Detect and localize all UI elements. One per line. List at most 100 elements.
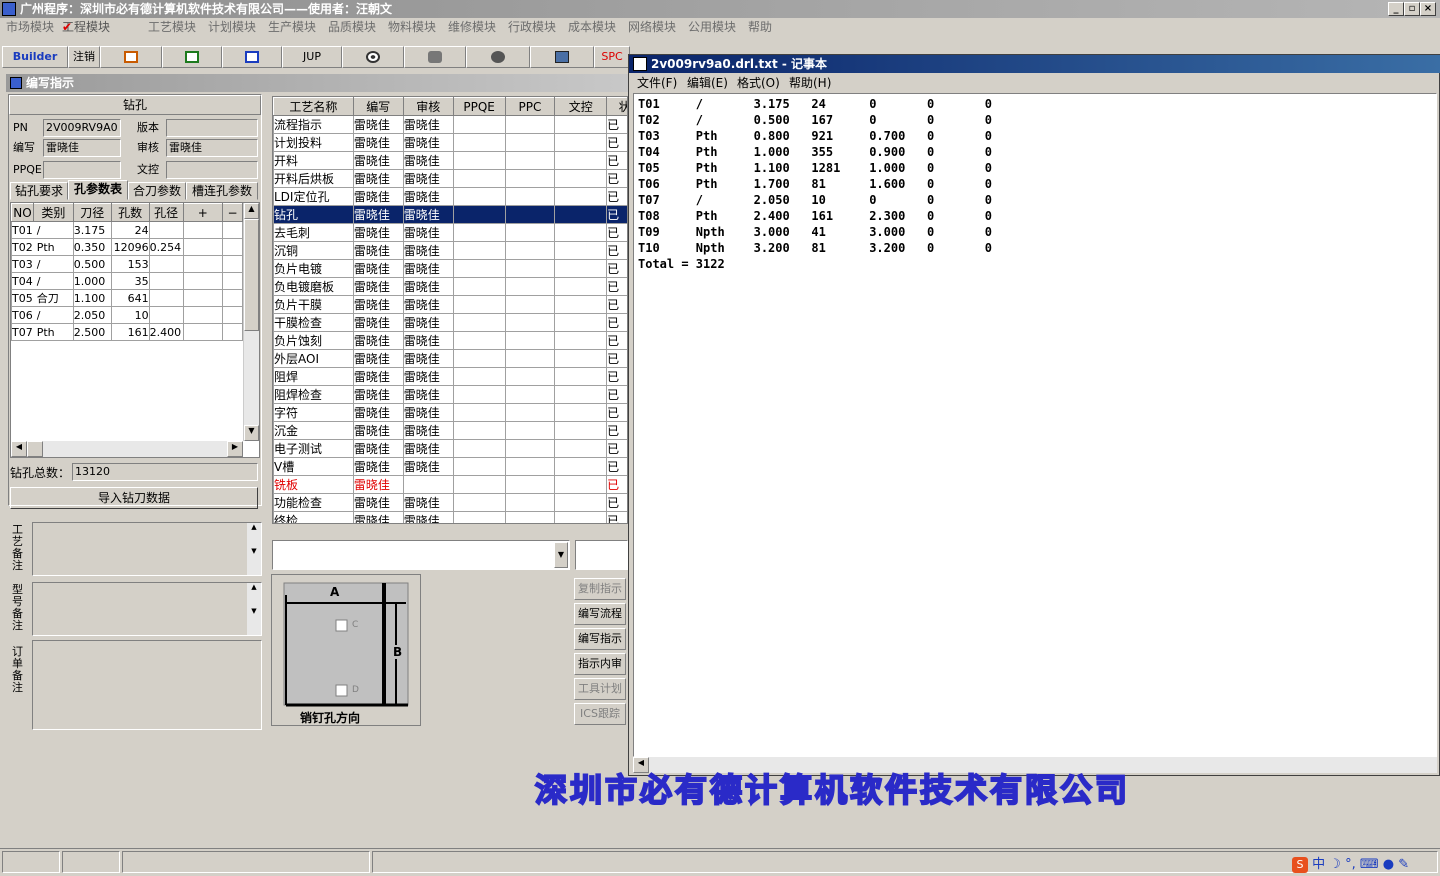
process-doc-control[interactable] [554, 367, 608, 386]
hole-dia[interactable] [148, 221, 184, 239]
process-name[interactable]: 流程指示 [273, 115, 354, 134]
hole-no-type[interactable]: T04/ [11, 272, 74, 290]
process-ppqe[interactable] [452, 349, 506, 368]
process-writer[interactable]: 雷晓佳 [352, 295, 404, 314]
action-button-1[interactable]: 编写流程 [574, 603, 626, 625]
process-ppc[interactable] [504, 133, 556, 152]
col-status[interactable]: 状 [606, 97, 627, 116]
process-doc-control[interactable] [554, 259, 608, 278]
process-reviewer[interactable]: 雷晓佳 [402, 511, 454, 523]
process-status[interactable]: 已 [606, 151, 627, 170]
process-reviewer[interactable]: 雷晓佳 [402, 493, 454, 512]
process-ppqe[interactable] [452, 151, 506, 170]
process-row[interactable]: 功能检查 雷晓佳 雷晓佳已 [273, 493, 627, 512]
hole-tool-dia[interactable]: 2.050 [72, 306, 112, 324]
process-doc-control[interactable] [554, 511, 608, 523]
process-reviewer[interactable] [402, 475, 454, 494]
process-row[interactable]: 负片电镀 雷晓佳 雷晓佳已 [273, 259, 627, 278]
process-ppqe[interactable] [452, 493, 506, 512]
process-reviewer[interactable]: 雷晓佳 [402, 115, 454, 134]
logout-button[interactable]: 注销 [68, 46, 100, 68]
process-row[interactable]: 负电镀磨板 雷晓佳 雷晓佳已 [273, 277, 627, 296]
process-name[interactable]: 负电镀磨板 [273, 277, 354, 296]
hole-no-type[interactable]: T05 合刀 [11, 289, 74, 307]
process-status[interactable]: 已 [606, 403, 627, 422]
hole-plus-cell[interactable] [182, 323, 224, 341]
hole-row[interactable]: T03/0.500 153 [11, 255, 243, 273]
process-writer[interactable]: 雷晓佳 [352, 493, 404, 512]
process-ppqe[interactable] [452, 187, 506, 206]
process-name[interactable]: 负片干膜 [273, 295, 354, 314]
notepad-menu-help[interactable]: 帮助(H) [789, 73, 831, 93]
hole-row[interactable]: T05 合刀 1.100 641 [11, 289, 243, 307]
ime-toolbar[interactable]: S 中 ☽ °, ⌨ ● ✎ [1292, 853, 1436, 873]
process-reviewer[interactable]: 雷晓佳 [402, 187, 454, 206]
process-reviewer[interactable]: 雷晓佳 [402, 205, 454, 224]
process-name[interactable]: V槽 [273, 457, 354, 476]
hole-row[interactable]: T07 Pth 2.500 161 2.400 [11, 323, 243, 341]
hole-dia[interactable] [148, 306, 184, 324]
process-status[interactable]: 已 [606, 511, 627, 523]
process-doc-control[interactable] [554, 223, 608, 242]
hole-minus-cell[interactable] [222, 289, 243, 307]
notepad-menu-edit[interactable]: 编辑(E) [687, 73, 728, 93]
process-writer[interactable]: 雷晓佳 [352, 367, 404, 386]
ime-chinese-icon[interactable]: 中 [1312, 857, 1325, 872]
process-reviewer[interactable]: 雷晓佳 [402, 421, 454, 440]
menu-item-10[interactable]: 网络模块 [628, 18, 676, 36]
minimize-button[interactable]: _ [1388, 2, 1404, 16]
process-row[interactable]: 计划投料 雷晓佳 雷晓佳已 [273, 133, 627, 152]
process-status[interactable]: 已 [606, 313, 627, 332]
hole-dia[interactable] [148, 272, 184, 290]
notepad-menu-format[interactable]: 格式(O) [737, 73, 780, 93]
process-ppc[interactable] [504, 223, 556, 242]
process-reviewer[interactable]: 雷晓佳 [402, 349, 454, 368]
process-writer[interactable]: 雷晓佳 [352, 349, 404, 368]
model-note-field[interactable]: ▲ ▼ [32, 582, 262, 636]
menu-item-5[interactable]: 品质模块 [328, 18, 376, 36]
process-row[interactable]: 负片蚀刻 雷晓佳 雷晓佳已 [273, 331, 627, 350]
hole-no-type[interactable]: T01/ [11, 221, 74, 239]
menu-item-1[interactable]: ✔ 工程模块 [62, 18, 110, 36]
process-row[interactable]: 字符 雷晓佳 雷晓佳已 [273, 403, 627, 422]
word-button[interactable] [222, 46, 282, 68]
process-status[interactable]: 已 [606, 331, 627, 350]
process-writer[interactable]: 雷晓佳 [352, 169, 404, 188]
remove-row-button[interactable]: − [222, 203, 243, 222]
hole-count[interactable]: 12096 [110, 238, 150, 256]
model-note-scrollbar[interactable]: ▲ ▼ [247, 583, 261, 635]
menu-item-7[interactable]: 维修模块 [448, 18, 496, 36]
process-status[interactable]: 已 [606, 259, 627, 278]
scroll-left-icon[interactable]: ◀ [11, 441, 27, 457]
process-ppc[interactable] [504, 457, 556, 476]
process-status[interactable]: 已 [606, 421, 627, 440]
process-doc-control[interactable] [554, 385, 608, 404]
process-reviewer[interactable]: 雷晓佳 [402, 133, 454, 152]
process-doc-control[interactable] [554, 241, 608, 260]
hole-dia[interactable] [148, 289, 184, 307]
process-ppc[interactable] [504, 331, 556, 350]
menu-item-8[interactable]: 行政模块 [508, 18, 556, 36]
hole-count[interactable]: 641 [110, 289, 150, 307]
process-row[interactable]: LDI定位孔 雷晓佳 雷晓佳已 [273, 187, 627, 206]
keyboard-icon[interactable]: ⌨ [1360, 857, 1379, 872]
add-row-button[interactable]: + [182, 203, 224, 222]
menu-item-6[interactable]: 物料模块 [388, 18, 436, 36]
process-ppqe[interactable] [452, 403, 506, 422]
process-name[interactable]: 开料 [273, 151, 354, 170]
process-writer[interactable]: 雷晓佳 [352, 115, 404, 134]
hole-minus-cell[interactable] [222, 221, 243, 239]
process-name[interactable]: 沉铜 [273, 241, 354, 260]
hole-count[interactable]: 161 [110, 323, 150, 341]
process-status[interactable]: 已 [606, 295, 627, 314]
process-ppc[interactable] [504, 439, 556, 458]
hole-tool-dia[interactable]: 0.350 [72, 238, 112, 256]
process-status[interactable]: 已 [606, 385, 627, 404]
hole-minus-cell[interactable] [222, 323, 243, 341]
process-name[interactable]: 功能检查 [273, 493, 354, 512]
secondary-field[interactable] [575, 540, 628, 570]
hole-row[interactable]: T04/1.000 35 [11, 272, 243, 290]
process-name[interactable]: 计划投料 [273, 133, 354, 152]
moon-icon[interactable]: ☽ [1329, 857, 1341, 872]
process-ppc[interactable] [504, 259, 556, 278]
